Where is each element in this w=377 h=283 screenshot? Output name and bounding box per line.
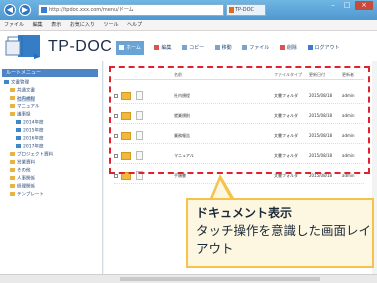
tree-item[interactable]: 2014年度 [16,120,43,127]
forward-icon: ▶ [21,5,29,14]
folder-icon [16,120,21,124]
menu-file[interactable]: ファイル [4,22,24,28]
maximize-icon: □ [343,1,351,9]
toolbar-edit-button[interactable]: 編集 [154,41,171,55]
scrollbar-thumb[interactable] [120,277,320,281]
document-area-highlight [109,66,370,174]
app-toolbar: ホーム 編集 コピー 移動 ファイル 削除 ログアウト [116,41,372,55]
folder-icon [10,112,15,116]
tree-item[interactable]: 共通文書 [10,88,35,95]
back-icon: ◀ [6,5,14,14]
toolbar-home-button[interactable]: ホーム [116,41,144,55]
folder-icon [16,128,21,132]
tree-item[interactable]: 2015年度 [16,128,43,135]
logout-icon [307,45,313,50]
tree-item[interactable]: テンプレート [10,192,44,199]
folder-icon [10,192,15,196]
maximize-button[interactable]: □ [340,1,354,10]
close-icon: × [361,1,367,9]
tab-label: TP-DOC [235,7,255,13]
toolbar-copy-button[interactable]: コピー [182,41,204,55]
back-button[interactable]: ◀ [4,4,16,16]
tree-item[interactable]: 2017年度 [16,144,43,151]
tab-favicon-icon [229,7,234,13]
folder-icon [10,184,15,188]
folder-icon [10,96,15,100]
tpdoc-logo-icon [4,33,40,59]
folder-icon [10,152,15,156]
folder-icon [10,168,15,172]
tree-item[interactable]: 人事関係 [10,176,35,183]
folder-icon [4,80,9,84]
toolbar-edit-label: 編集 [161,45,172,51]
tree-item[interactable]: 2016年度 [16,136,43,143]
toolbar-logout-button[interactable]: ログアウト [307,41,340,55]
menu-favorites[interactable]: お気に入り [70,22,95,28]
minimize-button[interactable]: – [326,1,340,10]
folder-icon [10,176,15,180]
toolbar-move-button[interactable]: 移動 [214,41,232,55]
tree-item[interactable]: 議事録 [10,112,31,119]
close-button[interactable]: × [355,1,373,10]
folder-icon [10,160,15,164]
toolbar-delete-button[interactable]: 削除 [279,41,297,55]
page-favicon-icon [41,7,47,13]
tree-item[interactable]: 文書管理 [4,80,29,87]
minimize-icon: – [331,1,335,9]
callout-title: ドキュメント表示 [196,206,293,220]
feature-callout: ドキュメント表示 タッチ操作を意識した画面レイアウト [186,198,374,268]
menu-help[interactable]: ヘルプ [127,22,142,28]
toolbar-logout-label: ログアウト [314,45,340,51]
tree-header[interactable]: ルートメニュー [2,69,98,77]
folder-icon [10,88,15,92]
home-icon [119,45,124,50]
row-checkbox[interactable] [114,174,118,178]
app-header: TP-DOC ホーム 編集 コピー 移動 ファイル 削除 ログアウト [0,31,377,61]
tree-item-selected[interactable]: 社内規程 [10,96,35,103]
browser-window: ◀ ▶ http://tpdoc.xxx.com/menu/ドーム TP-DOC… [0,0,377,283]
menu-bar: ファイル 編集 表示 お気に入り ツール ヘルプ [0,20,377,31]
browser-tab[interactable]: TP-DOC [226,4,266,16]
toolbar-delete-label: 削除 [286,45,297,51]
folder-icon [16,136,21,140]
toolbar-file-button[interactable]: ファイル [242,41,269,55]
toolbar-move-label: 移動 [221,45,232,51]
toolbar-file-label: ファイル [249,45,270,51]
tree-item[interactable]: 営業資料 [10,160,35,167]
move-icon [214,45,220,50]
copy-icon [182,45,188,50]
tree-item[interactable]: その他 [10,168,31,175]
delete-icon [279,45,285,50]
app-logo-text: TP-DOC [48,38,113,55]
callout-pointer-fill [212,180,231,200]
file-icon [242,45,248,50]
menu-tools[interactable]: ツール [103,22,118,28]
tree-item[interactable]: プロジェクト資料 [10,152,53,159]
menu-edit[interactable]: 編集 [33,22,43,28]
callout-body: タッチ操作を意識した画面レイアウト [196,223,372,256]
folder-icon [10,104,15,108]
address-text: http://tpdoc.xxx.com/menu/ドーム [49,7,134,13]
folder-icon [16,144,21,148]
toolbar-home-label: ホーム [126,45,141,51]
browser-titlebar: ◀ ▶ http://tpdoc.xxx.com/menu/ドーム TP-DOC… [0,0,377,20]
tree-item[interactable]: 経理関係 [10,184,35,191]
address-bar[interactable]: http://tpdoc.xxx.com/menu/ドーム [38,4,224,16]
toolbar-copy-label: コピー [189,45,205,51]
folder-tree-panel: ルートメニュー 文書管理 共通文書 社内規程 マニュアル 議事録 2014年度 … [0,61,103,274]
tree-item[interactable]: マニュアル [10,104,39,111]
edit-icon [154,45,160,50]
menu-view[interactable]: 表示 [51,22,61,28]
forward-button[interactable]: ▶ [19,4,31,16]
